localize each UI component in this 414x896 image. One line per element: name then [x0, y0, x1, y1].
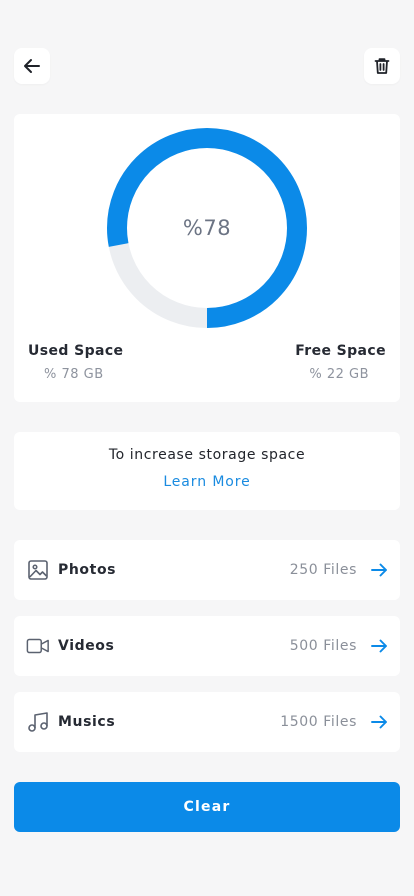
category-count: 1500 Files [280, 714, 357, 730]
storage-card: %78 Used Space % 78 GB Free Space % 22 G… [14, 114, 400, 402]
category-row-photos[interactable]: Photos 250 Files [14, 540, 400, 600]
image-icon [26, 558, 50, 582]
free-space-value: % 22 GB [309, 367, 369, 382]
arrow-left-icon [24, 59, 40, 73]
video-camera-icon [26, 634, 50, 658]
used-space-title: Used Space [28, 343, 124, 359]
used-space: Used Space % 78 GB [28, 343, 123, 382]
category-label: Videos [58, 638, 115, 654]
storage-ring: %78 [107, 128, 307, 328]
storage-info-card: To increase storage space Learn More [14, 432, 400, 510]
info-text: To increase storage space [108, 447, 306, 463]
storage-screen: %78 Used Space % 78 GB Free Space % 22 G… [0, 0, 414, 896]
category-count: 250 Files [289, 562, 357, 578]
music-note-icon [26, 710, 50, 734]
learn-more-link[interactable]: Learn More [163, 474, 250, 490]
delete-button[interactable] [364, 48, 400, 84]
category-label: Musics [58, 714, 116, 730]
free-space-title: Free Space [295, 343, 386, 359]
used-space-value: % 78 GB [44, 367, 104, 382]
category-row-videos[interactable]: Videos 500 Files [14, 616, 400, 676]
back-button[interactable] [14, 48, 50, 84]
category-row-musics[interactable]: Musics 1500 Files [14, 692, 400, 752]
category-label: Photos [58, 562, 117, 578]
trash-icon [374, 58, 390, 74]
category-count: 500 Files [289, 638, 357, 654]
clear-button[interactable]: Clear [14, 782, 400, 832]
arrow-right-icon [370, 561, 388, 579]
arrow-right-icon [370, 637, 388, 655]
arrow-right-icon [370, 713, 388, 731]
free-space: Free Space % 22 GB [295, 343, 386, 382]
used-percent: %78 [182, 216, 232, 240]
